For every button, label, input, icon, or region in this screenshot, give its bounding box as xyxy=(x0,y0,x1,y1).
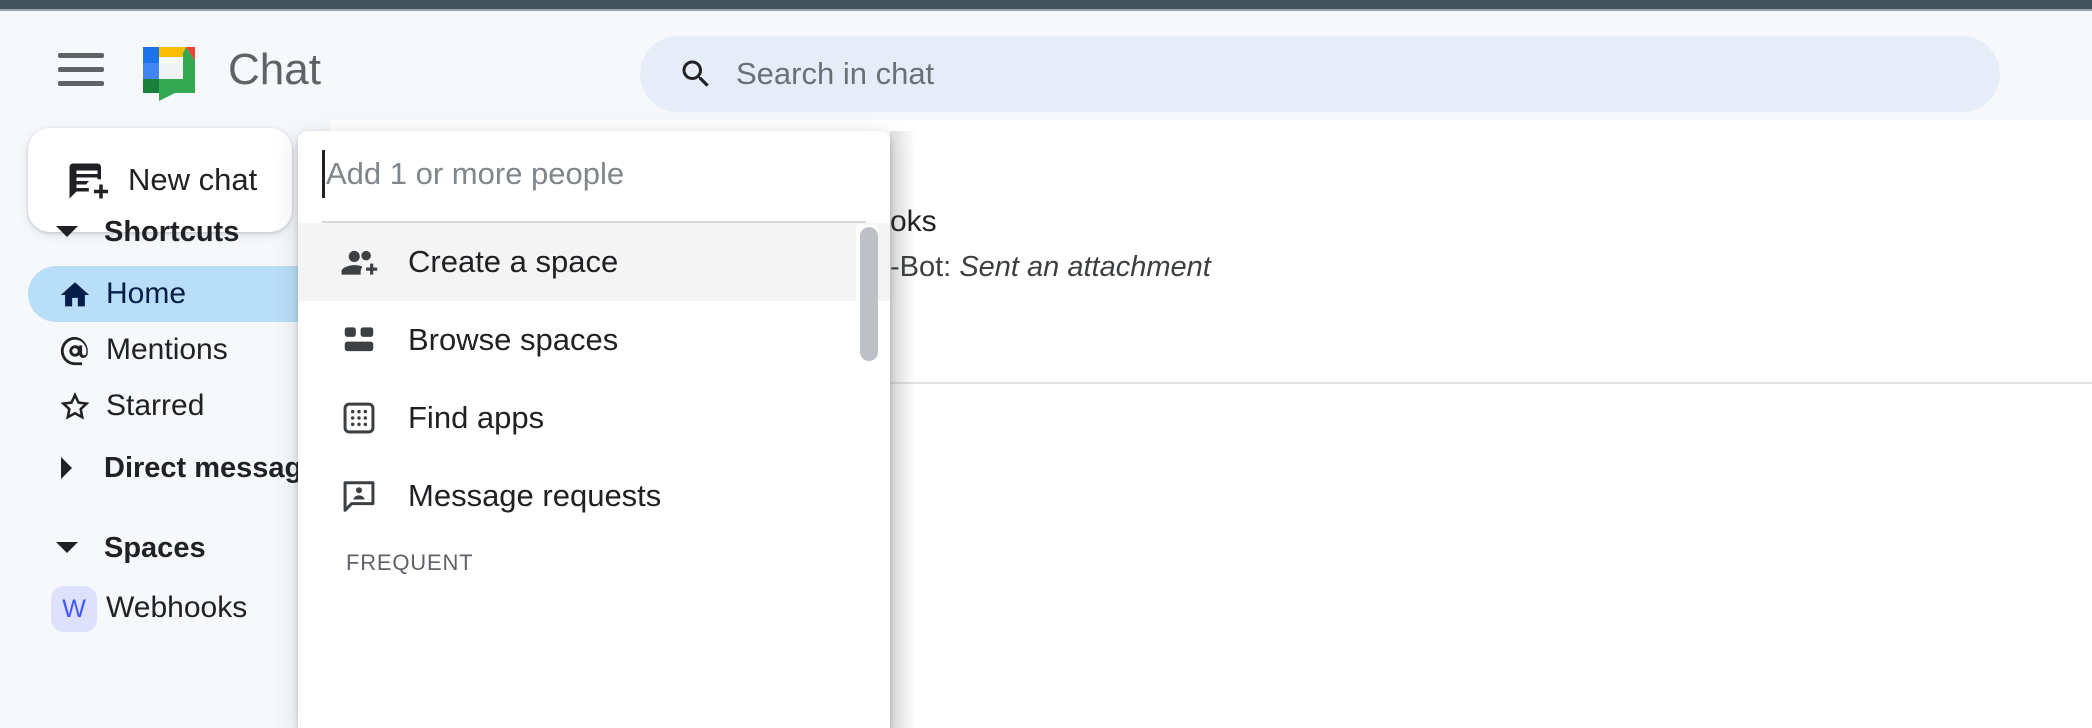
dropdown-item-create-a-space[interactable]: Create a space xyxy=(298,223,890,301)
app-header: Chat Search in chat xyxy=(0,11,2092,120)
dropdown-item-message-requests-label: Message requests xyxy=(408,478,662,513)
dropdown-item-find-apps[interactable]: Find apps xyxy=(298,379,890,457)
google-chat-app: Chat Search in chat oks -Bot: Sent an at… xyxy=(0,0,2092,728)
message-request-icon xyxy=(340,477,378,515)
chat-row-snippet-prefix: -Bot: xyxy=(890,251,960,283)
dropdown-section-frequent-label: FREQUENT xyxy=(346,550,474,575)
sidebar-item-starred-label: Starred xyxy=(106,389,205,422)
search-input[interactable]: Search in chat xyxy=(640,36,2000,112)
search-icon xyxy=(678,56,714,92)
new-chat-icon xyxy=(66,160,108,202)
sidebar-section-spaces-label: Spaces xyxy=(104,532,206,564)
sidebar-item-home[interactable]: Home xyxy=(28,266,330,322)
add-people-dropdown: Add 1 or more people Create a space Brow… xyxy=(298,131,890,728)
browser-chrome-strip xyxy=(0,0,2092,9)
dropdown-section-frequent: FREQUENT xyxy=(298,545,890,593)
google-chat-logo xyxy=(139,39,201,101)
space-avatar: W xyxy=(51,586,97,632)
browse-spaces-icon xyxy=(340,321,378,359)
text-cursor xyxy=(322,150,325,198)
dropdown-item-browse-spaces[interactable]: Browse spaces xyxy=(298,301,890,379)
sidebar-section-shortcuts-label: Shortcuts xyxy=(104,216,240,248)
person-add-icon xyxy=(340,243,378,281)
sidebar: New chat Shortcuts Home Mentions Starred xyxy=(0,120,335,728)
sidebar-section-direct-messages[interactable]: Direct messages xyxy=(0,444,335,492)
chat-row-snippet-italic: Sent an attachment xyxy=(959,251,1211,283)
sidebar-item-home-label: Home xyxy=(106,277,187,310)
sidebar-item-webhooks[interactable]: W Webhooks xyxy=(28,580,330,636)
sidebar-item-starred[interactable]: Starred xyxy=(28,378,330,434)
app-title: Chat xyxy=(228,45,321,94)
dropdown-scrollbar-thumb[interactable] xyxy=(860,227,878,361)
dropdown-item-browse-spaces-label: Browse spaces xyxy=(408,322,619,357)
sidebar-item-webhooks-label: Webhooks xyxy=(106,591,248,624)
chat-row-snippet: -Bot: Sent an attachment xyxy=(890,247,1211,287)
home-icon xyxy=(58,278,92,312)
sidebar-section-shortcuts[interactable]: Shortcuts xyxy=(0,208,330,256)
search-placeholder: Search in chat xyxy=(736,56,935,91)
add-people-input[interactable]: Add 1 or more people xyxy=(298,131,890,221)
apps-grid-icon xyxy=(340,399,378,437)
chevron-right-icon xyxy=(61,457,72,479)
add-people-placeholder: Add 1 or more people xyxy=(326,156,625,191)
dropdown-item-message-requests[interactable]: Message requests xyxy=(298,457,890,535)
hamburger-menu-icon[interactable] xyxy=(58,53,104,87)
chevron-down-icon xyxy=(56,226,78,237)
new-chat-label: New chat xyxy=(128,162,258,197)
dropdown-item-find-apps-label: Find apps xyxy=(408,400,545,435)
dropdown-list: Create a space Browse spaces Find apps M… xyxy=(298,223,890,728)
sidebar-section-spaces[interactable]: Spaces xyxy=(0,524,330,572)
chat-row-title: oks xyxy=(890,205,937,238)
dropdown-item-create-a-space-label: Create a space xyxy=(408,244,619,279)
at-mention-icon xyxy=(58,334,92,368)
sidebar-item-mentions-label: Mentions xyxy=(106,333,228,366)
sidebar-item-mentions[interactable]: Mentions xyxy=(28,322,330,378)
star-icon xyxy=(58,390,92,424)
chevron-down-icon xyxy=(56,542,78,553)
